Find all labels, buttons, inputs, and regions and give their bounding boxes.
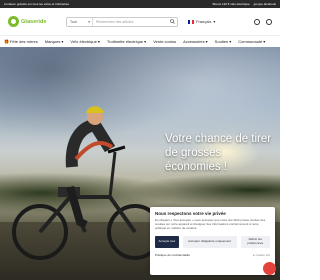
nav-item-communaute[interactable]: Communauté ▾ [238,39,265,44]
logo[interactable]: Gtaseride [8,16,48,27]
nav-label: Marques [44,38,61,44]
chevron-down-icon: ▾ [263,38,266,44]
france-flag-icon [188,19,194,24]
search-input[interactable]: Recherchez des articles [93,20,167,24]
nav-label: Trottinette électrique [106,38,144,44]
cyclist-image [12,106,160,260]
chevron-down-icon: ▾ [144,38,147,44]
chevron-down-icon: ▾ [61,38,64,44]
header: Gtaseride Tout ▾ Recherchez des articles… [0,8,280,36]
cookie-banner: Nous respectons votre vie privée En cliq… [150,207,275,275]
language-selector[interactable]: Français ▾ [188,19,215,24]
cart-icon[interactable] [266,18,272,25]
accept-all-button[interactable]: Accepte tout [155,236,179,248]
promo-text: Livraison gratuite sur tous les vélos et… [4,2,70,6]
cookiebot-label: Cookie bot [255,253,270,257]
cookie-title: Nous respectons votre vie privée [155,211,226,216]
search-category-label: Tout [70,19,77,24]
search-icon[interactable] [167,18,177,26]
chevron-down-icon: ▾ [229,38,232,44]
preferences-button[interactable]: Définir les préférences [240,236,270,248]
search-category-select[interactable]: Tout ▾ [67,17,93,26]
nav-label: Vente conlus [153,38,177,44]
promo-facebook-link[interactable]: groupe facebook [254,2,276,6]
cookie-icon: ● [252,253,255,257]
search-bar: Tout ▾ Recherchez des articles [66,16,178,27]
cookie-text: En cliquant « Tout accepter » vous accep… [155,218,266,230]
nav-item-accessoires[interactable]: Accessoires ▾ [183,39,208,44]
language-label: Français [196,19,212,24]
chevron-down-icon: ▾ [97,38,100,44]
account-icon[interactable] [254,18,260,25]
chevron-down-icon: ▾ [88,19,90,24]
logo-text: Gtaseride [21,18,47,25]
chat-icon[interactable] [263,262,276,275]
nav-item-velo-electrique[interactable]: Vélo électrique ▾ [70,39,99,44]
accept-required-button[interactable]: Accepter obligatoire uniquement [182,236,237,248]
promo-bonus-link[interactable]: Bonus 120 € vélo électrique [213,2,250,6]
nav-item-vente[interactable]: Vente conlus [153,39,176,44]
gift-icon: 🎁 [4,38,9,44]
logo-icon [8,16,19,27]
promo-bar: Livraison gratuite sur tous les vélos et… [0,0,280,8]
cookiebot-logo: ● Cookie bot [253,253,270,257]
nav-label: Vélo électrique [70,38,97,44]
privacy-policy-link[interactable]: Politique de confidentialité [155,253,253,257]
nav-label: Soutien [214,38,229,44]
chevron-down-icon: ▾ [213,19,216,24]
chevron-down-icon: ▾ [205,38,208,44]
nav-label: Accessoires [183,38,205,44]
nav-item-soutien[interactable]: Soutien ▾ [215,39,232,44]
nav-label: Fête des mères [9,38,38,44]
nav-item-marques[interactable]: Marques ▾ [45,39,64,44]
nav-item-fete-des-meres[interactable]: 🎁 Fête des mères [4,39,38,44]
hero-title: Votre chance de tirer de grosses économi… [165,133,272,173]
nav-label: Communauté [238,38,263,44]
main-nav: 🎁 Fête des mères Marques ▾ Vélo électriqu… [0,36,280,46]
nav-item-trottinette[interactable]: Trottinette électrique ▾ [107,39,146,44]
